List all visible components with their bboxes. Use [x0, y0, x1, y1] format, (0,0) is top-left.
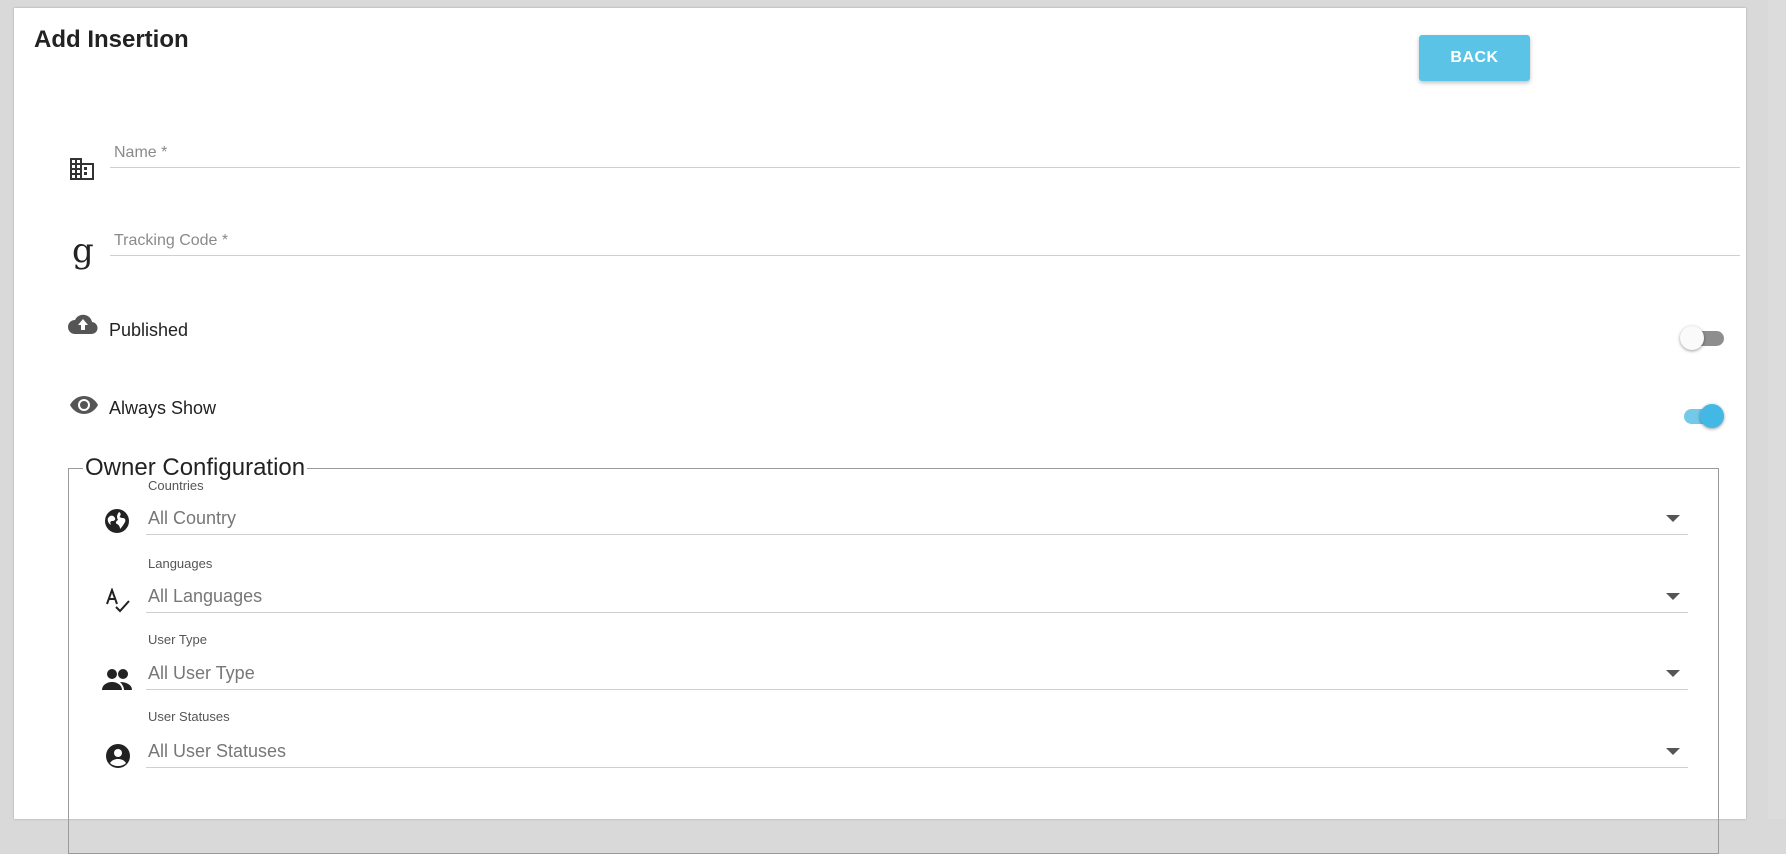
account-circle-icon — [105, 743, 131, 769]
cloud-upload-icon — [68, 313, 98, 335]
page-title: Add Insertion — [34, 26, 189, 53]
tracking-code-input[interactable] — [110, 227, 1744, 255]
people-icon — [102, 668, 132, 690]
name-field[interactable] — [110, 139, 1744, 168]
page-scrollbar[interactable] — [1768, 0, 1786, 819]
spellcheck-icon — [104, 588, 132, 614]
languages-value: All Languages — [148, 586, 263, 606]
countries-value: All Country — [148, 508, 237, 528]
business-icon — [68, 156, 96, 182]
countries-select[interactable]: All Country — [146, 504, 1688, 535]
chevron-down-icon[interactable] — [1666, 748, 1680, 755]
chevron-down-icon[interactable] — [1666, 670, 1680, 677]
chevron-down-icon[interactable] — [1666, 515, 1680, 522]
user-statuses-label: User Statuses — [148, 709, 230, 724]
languages-select[interactable]: All Languages — [146, 582, 1688, 613]
tracking-code-field[interactable] — [110, 227, 1744, 256]
user-type-label: User Type — [148, 632, 208, 647]
published-toggle[interactable] — [1680, 326, 1724, 350]
back-button[interactable]: BACK — [1419, 35, 1530, 81]
eye-icon — [69, 395, 99, 415]
name-input[interactable] — [110, 139, 1744, 167]
add-insertion-card: Add Insertion BACK g Published Always S — [14, 8, 1746, 854]
always-show-toggle[interactable] — [1680, 404, 1724, 428]
user-statuses-value: All User Statuses — [148, 741, 287, 761]
user-type-select[interactable]: All User Type — [146, 659, 1688, 690]
chevron-down-icon[interactable] — [1666, 593, 1680, 600]
google-g-icon: g — [72, 231, 94, 271]
published-label: Published — [109, 320, 189, 340]
always-show-label: Always Show — [109, 398, 217, 418]
countries-label: Countries — [148, 478, 204, 493]
user-statuses-select[interactable]: All User Statuses — [146, 737, 1688, 768]
user-type-value: All User Type — [148, 663, 255, 683]
globe-icon — [104, 508, 130, 534]
languages-label: Languages — [148, 556, 213, 571]
